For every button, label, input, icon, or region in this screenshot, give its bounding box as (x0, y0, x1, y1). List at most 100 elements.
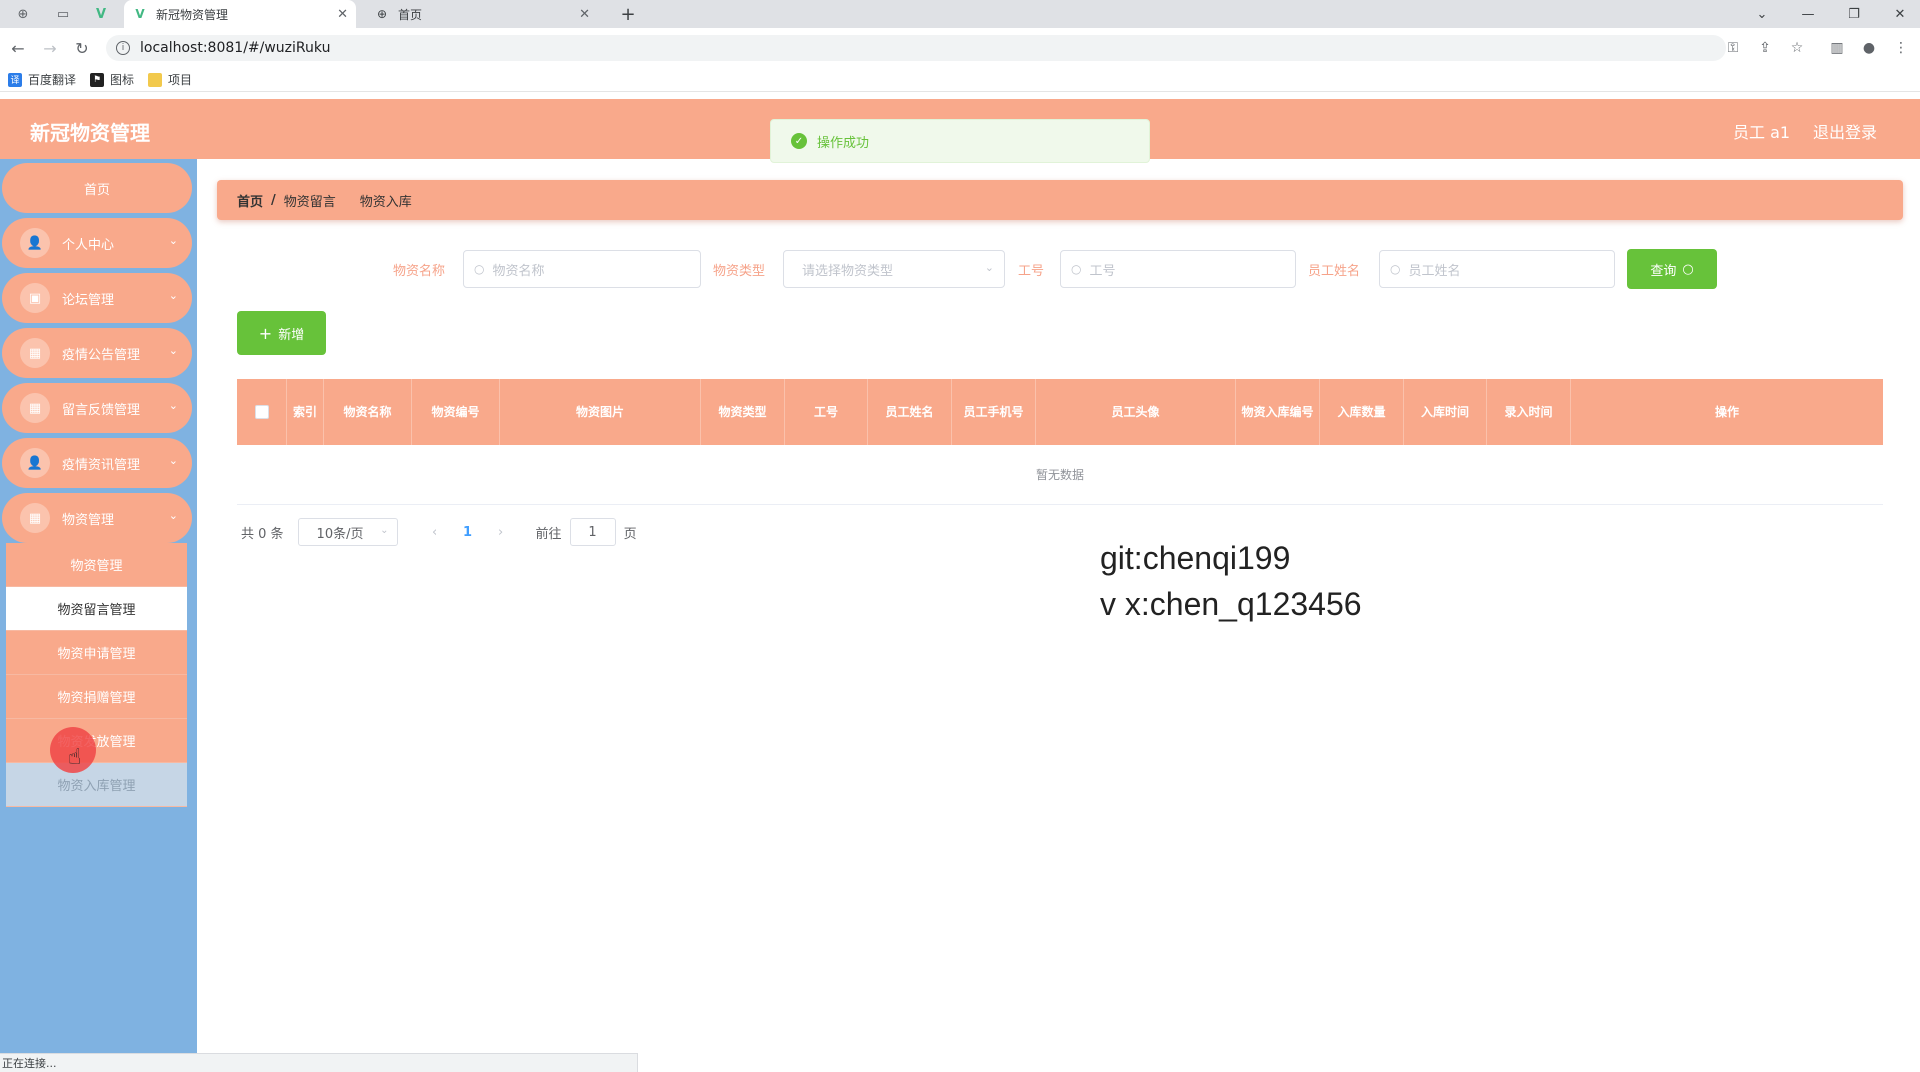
select-all-checkbox[interactable] (237, 379, 287, 445)
globe-icon: ⊕ (376, 7, 388, 21)
flag-icon: ⚑ (90, 72, 105, 87)
page-size-select[interactable]: 10条/页 ⌄ (297, 518, 398, 546)
chevron-down-icon: ⌄ (168, 454, 178, 467)
query-button[interactable]: 查询 ○ (1627, 249, 1717, 289)
breadcrumb-home[interactable]: 首页 (237, 191, 263, 210)
sidepanel-icon[interactable]: ▥ (1826, 37, 1848, 59)
query-label: 查询 (1650, 263, 1677, 279)
close-icon[interactable]: ✕ (579, 7, 590, 22)
column-header: 物资编号 (412, 379, 500, 445)
submenu-item-supplies-apply[interactable]: 物资申请管理 (6, 631, 187, 675)
submenu-item-supplies[interactable]: 物资管理 (6, 543, 187, 587)
prev-page-icon[interactable]: ‹ (420, 525, 450, 540)
app-title: 新冠物资管理 (30, 121, 150, 145)
sidebar-item-personal-center[interactable]: 👤 个人中心 ⌄ (2, 218, 192, 268)
sidebar-item-news[interactable]: 👤 疫情资讯管理 ⌄ (2, 438, 192, 488)
close-icon[interactable]: ✕ (337, 7, 348, 22)
tab-title: 首页 (398, 7, 423, 22)
logout-link[interactable]: 退出登录 (1813, 119, 1877, 143)
column-header: 员工头像 (1036, 379, 1236, 445)
bookmark-baidu-translate[interactable]: 译 百度翻译 (8, 71, 76, 88)
supply-type-select[interactable]: 请选择物资类型 ⌄ (783, 250, 1005, 288)
chevron-down-icon: ⌄ (984, 261, 994, 274)
person-icon: 👤 (20, 228, 50, 258)
filter-staff-label: 员工姓名 (1308, 264, 1361, 279)
page-size-value: 10条/页 (316, 526, 364, 542)
supply-name-input[interactable]: ○ 物资名称 (463, 250, 701, 288)
filter-type-label: 物资类型 (713, 264, 766, 279)
folder-icon (148, 72, 163, 87)
person-icon: 👤 (20, 448, 50, 478)
toast-message: 操作成功 (817, 135, 870, 151)
more-icon[interactable]: ⋮ (1890, 37, 1912, 59)
submenu-item-supplies-distribute[interactable]: 物资发放管理 (6, 719, 187, 763)
info-icon[interactable]: i (116, 41, 130, 55)
back-icon[interactable]: ← (6, 36, 30, 60)
goto-page-input[interactable]: 1 (569, 518, 616, 546)
sidebar-item-label: 留言反馈管理 (62, 402, 141, 418)
goto-page-value: 1 (588, 524, 597, 540)
grid-icon: ▦ (20, 338, 50, 368)
staff-name-input[interactable]: ○ 员工姓名 (1379, 250, 1615, 288)
success-toast: ✓ 操作成功 (770, 119, 1150, 163)
watermark-text: git:chenqi199 v x:chen_q123456 (1100, 535, 1362, 627)
chevron-down-icon: ⌄ (168, 289, 178, 302)
filter-name-label: 物资名称 (393, 264, 446, 279)
share-icon[interactable]: ⇪ (1754, 37, 1776, 59)
tab-search-icon[interactable]: ⌄ (1742, 0, 1782, 28)
tab-title: 新冠物资管理 (156, 7, 229, 22)
url-input[interactable]: i localhost:8081/#/wuziRuku (106, 35, 1726, 61)
placeholder: 请选择物资类型 (802, 263, 894, 279)
bookmark-project[interactable]: 项目 (148, 71, 192, 88)
reload-icon[interactable]: ↻ (70, 36, 94, 60)
sidebar-item-supplies[interactable]: ▦ 物资管理 ⌄ (2, 493, 192, 543)
checkbox[interactable] (254, 405, 269, 419)
breadcrumb-level2: 物资入库 (359, 194, 412, 210)
column-header: 入库时间 (1404, 379, 1487, 445)
add-button[interactable]: + 新增 (237, 311, 326, 355)
submenu-item-supplies-message[interactable]: 物资留言管理 (6, 587, 187, 631)
search-icon: ○ (1682, 261, 1694, 277)
column-header: 入库数量 (1320, 379, 1404, 445)
blank-tab-icon[interactable]: ▭ (48, 0, 78, 28)
tab-home[interactable]: ⊕ 首页 ✕ (366, 0, 598, 28)
restore-button[interactable]: ❐ (1834, 0, 1874, 28)
sidebar-item-announcement[interactable]: ▦ 疫情公告管理 ⌄ (2, 328, 192, 378)
key-icon[interactable]: ⚿ (1722, 37, 1744, 59)
new-tab-button[interactable]: + (616, 2, 640, 26)
pagination: 共 0 条 10条/页 ⌄ ‹ 1 › 前往 1 页 (241, 518, 637, 546)
submenu-item-supplies-stockin[interactable]: 物资入库管理 (6, 763, 187, 807)
search-icon: ○ (474, 262, 485, 276)
bookmark-icons[interactable]: ⚑ 图标 (90, 71, 134, 88)
column-header: 员工手机号 (952, 379, 1036, 445)
profile-icon[interactable]: ● (1858, 37, 1880, 59)
job-number-input[interactable]: ○ 工号 (1060, 250, 1296, 288)
sidebar-item-label: 个人中心 (62, 237, 115, 253)
tab-active[interactable]: V 新冠物资管理 ✕ (124, 0, 356, 28)
watermark-line: v x:chen_q123456 (1100, 586, 1362, 622)
page-number[interactable]: 1 (450, 525, 486, 540)
next-page-icon[interactable]: › (486, 525, 516, 540)
hand-cursor-icon: ☝ (68, 745, 82, 770)
column-header: 物资图片 (500, 379, 701, 445)
sidebar-item-forum[interactable]: ▣ 论坛管理 ⌄ (2, 273, 192, 323)
forward-icon[interactable]: → (38, 36, 62, 60)
globe-icon[interactable]: ⊕ (8, 0, 38, 28)
window-close-button[interactable]: ✕ (1880, 0, 1920, 28)
minimize-button[interactable]: — (1788, 0, 1828, 28)
check-circle-icon: ✓ (791, 133, 807, 149)
vue-icon[interactable]: V (86, 0, 116, 28)
supplies-submenu: 物资管理 物资留言管理 物资申请管理 物资捐赠管理 物资发放管理 物资入库管理 (6, 543, 187, 807)
sidebar-item-feedback[interactable]: ▦ 留言反馈管理 ⌄ (2, 383, 192, 433)
placeholder: 工号 (1089, 263, 1116, 279)
chevron-up-icon: ⌄ (168, 509, 178, 522)
submenu-item-supplies-donate[interactable]: 物资捐赠管理 (6, 675, 187, 719)
grid-icon: ▦ (20, 393, 50, 423)
sidebar-item-home[interactable]: 首页 (2, 163, 192, 213)
sidebar-item-label: 首页 (83, 182, 110, 198)
star-icon[interactable]: ☆ (1786, 37, 1808, 59)
chevron-down-icon: ⌄ (168, 234, 178, 247)
search-icon: ○ (1071, 262, 1082, 276)
breadcrumb-level1: 物资留言 (283, 194, 336, 210)
breadcrumb-separator: / (271, 192, 276, 208)
